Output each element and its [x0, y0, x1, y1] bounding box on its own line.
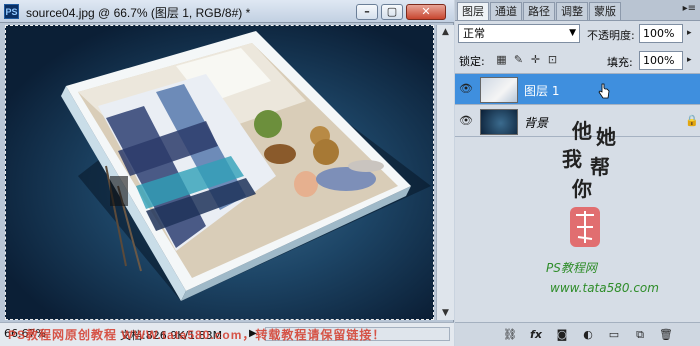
panel-tabs: 图层 通道 路径 调整 蒙版 ▸≡ [455, 0, 700, 21]
scroll-down-icon[interactable]: ▼ [440, 308, 451, 318]
panel-menu-icon[interactable]: ▸≡ [683, 3, 696, 14]
watermark-text: PS教程网原创教程 WWW.tata580.com，转载教程请保留链接！ [8, 328, 386, 342]
maximize-icon: ▢ [386, 5, 398, 18]
close-button[interactable]: ✕ [406, 4, 446, 20]
brush-lock-icon[interactable]: ✎ [512, 53, 525, 66]
document-window: PS source04.jpg @ 66.7% (图层 1, RGB/8#) *… [0, 0, 454, 346]
red-seal-icon [570, 207, 600, 247]
tab-masks[interactable]: 蒙版 [589, 2, 621, 20]
document-titlebar[interactable]: PS source04.jpg @ 66.7% (图层 1, RGB/8#) *… [0, 0, 454, 23]
fill-field[interactable]: 100% [639, 51, 683, 70]
site-url: www.tata580.com [550, 281, 659, 295]
vertical-scrollbar[interactable]: ▲ ▼ [436, 25, 454, 320]
blend-opacity-row: 正常 ▼ 不透明度: 100% ▸ [455, 22, 700, 47]
transparency-lock-icon[interactable]: ▦ [495, 53, 508, 66]
blend-mode-select[interactable]: 正常 ▼ [458, 24, 580, 43]
tab-adjustments[interactable]: 调整 [556, 2, 588, 20]
site-name: PS教程网 [546, 261, 597, 275]
fx-icon[interactable]: fx [528, 327, 544, 343]
lock-label: 锁定: [459, 55, 485, 68]
adjustment-icon[interactable]: ◐ [580, 327, 596, 343]
fill-label: 填充: [607, 56, 633, 69]
link-icon[interactable]: ⛓ [502, 327, 518, 343]
chevron-down-icon: ▼ [569, 28, 576, 38]
move-lock-icon[interactable]: ✛ [529, 53, 542, 66]
blend-mode-value: 正常 [463, 27, 485, 40]
tab-paths[interactable]: 路径 [523, 2, 555, 20]
eye-icon[interactable]: 👁 [459, 115, 473, 127]
lock-fill-row: 锁定: ▦ ✎ ✛ ⊡ 填充: 100% ▸ [455, 49, 700, 74]
hand-cursor-icon [598, 83, 610, 99]
layer-row-layer1[interactable]: 👁 图层 1 [455, 74, 700, 105]
opacity-label: 不透明度: [587, 29, 635, 42]
maximize-button[interactable]: ▢ [381, 4, 403, 20]
opacity-slider-arrow-icon[interactable]: ▸ [687, 28, 692, 38]
minimize-button[interactable]: – [356, 4, 378, 20]
tab-layers[interactable]: 图层 [457, 2, 489, 20]
layer-thumbnail [480, 77, 518, 103]
fill-slider-arrow-icon[interactable]: ▸ [687, 55, 692, 65]
all-lock-icon[interactable]: ⊡ [546, 53, 559, 66]
trash-icon[interactable]: 🗑 [658, 327, 674, 343]
signature-artwork: 他 她 我 帮 你 PS教程网 www.tata580.com [510, 115, 700, 305]
photoshop-icon: PS [4, 4, 19, 19]
image-canvas[interactable] [5, 25, 434, 320]
signature-char: 帮 [590, 155, 610, 179]
scroll-up-icon[interactable]: ▲ [440, 27, 451, 37]
minimize-icon: – [364, 5, 370, 18]
signature-char: 你 [572, 177, 592, 201]
layers-bottom-toolbar: ⛓ fx ◙ ◐ ▭ ⧉ 🗑 [455, 322, 700, 346]
mask-icon[interactable]: ◙ [554, 327, 570, 343]
close-icon: ✕ [421, 5, 431, 18]
layer-name[interactable]: 图层 1 [524, 82, 559, 99]
tab-channels[interactable]: 通道 [490, 2, 522, 20]
folder-icon[interactable]: ▭ [606, 327, 622, 343]
signature-char: 她 [596, 125, 616, 149]
photo-frame [61, 31, 431, 301]
signature-char: 他 [572, 119, 592, 143]
document-title: source04.jpg @ 66.7% (图层 1, RGB/8#) * [26, 6, 251, 20]
layers-panel: 图层 通道 路径 调整 蒙版 ▸≡ 正常 ▼ 不透明度: 100% ▸ 锁定: … [455, 0, 700, 346]
eye-icon[interactable]: 👁 [459, 83, 473, 95]
new-layer-icon[interactable]: ⧉ [632, 327, 648, 343]
opacity-field[interactable]: 100% [639, 24, 683, 43]
signature-char: 我 [562, 147, 582, 171]
